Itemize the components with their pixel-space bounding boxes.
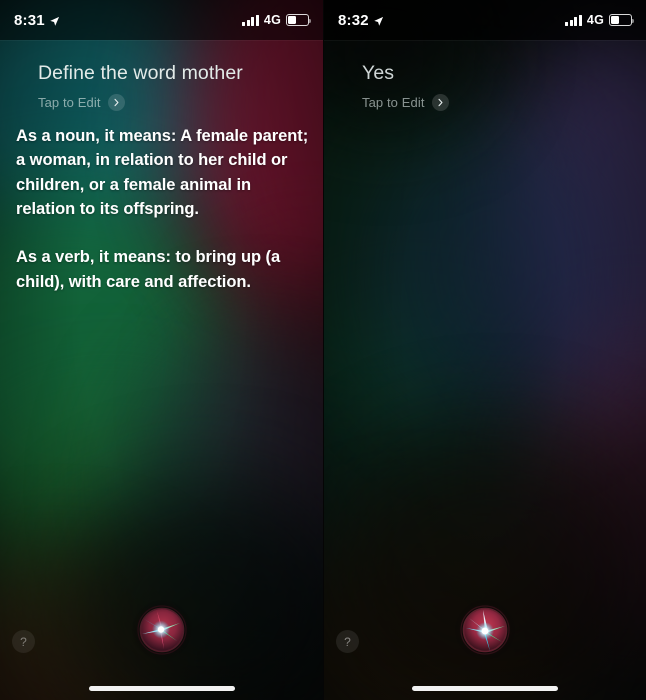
- cellular-bars-icon: [242, 14, 259, 26]
- query-text: Yes: [362, 62, 395, 84]
- tap-to-edit-button[interactable]: Tap to Edit: [38, 94, 303, 112]
- home-indicator-bar[interactable]: [88, 686, 235, 691]
- status-bar-right: 4G: [565, 13, 635, 27]
- network-type-label: 4G: [263, 13, 281, 27]
- status-time: 8:32: [338, 11, 369, 29]
- siri-orb-icon: [130, 598, 194, 662]
- status-bar-left: 8:31: [14, 12, 60, 29]
- location-arrow-icon: [373, 14, 384, 26]
- battery-icon: [286, 14, 312, 26]
- query-text: Define the word mother: [38, 62, 243, 84]
- answer-paragraph: As a verb, it means: to bring up (a chil…: [16, 248, 281, 291]
- siri-answer-body: As a noun, it means: A female parent; a …: [16, 124, 309, 294]
- siri-orb-button[interactable]: [130, 598, 194, 662]
- siri-screen-left: 8:31 4G Define the word mother Tap to Ed…: [0, 0, 323, 700]
- tap-to-edit-button[interactable]: Tap to Edit: [362, 94, 626, 112]
- location-arrow-icon: [49, 14, 60, 26]
- network-type-label: 4G: [586, 13, 604, 27]
- tap-to-edit-label: Tap to Edit: [362, 95, 425, 111]
- help-button[interactable]: ?: [12, 630, 35, 653]
- siri-orb-button[interactable]: [453, 598, 517, 662]
- chevron-right-icon[interactable]: [107, 94, 125, 112]
- status-bar: 8:31 4G: [0, 0, 323, 40]
- query-header[interactable]: Define the word mother Tap to Edit: [38, 62, 303, 112]
- status-bar-right: 4G: [242, 13, 312, 27]
- answer-paragraph: As a noun, it means: A female parent; a …: [16, 127, 309, 218]
- siri-screenshot-pair: 8:31 4G Define the word mother Tap to Ed…: [0, 0, 646, 700]
- cellular-bars-icon: [565, 14, 582, 26]
- siri-orb-icon: [453, 598, 517, 662]
- status-bar-left: 8:32: [338, 12, 384, 29]
- status-bar: 8:32 4G: [324, 0, 646, 40]
- home-indicator-bar[interactable]: [412, 686, 558, 691]
- status-time: 8:31: [14, 11, 45, 29]
- help-button[interactable]: ?: [336, 630, 359, 653]
- query-header[interactable]: Yes Tap to Edit: [362, 62, 626, 112]
- tap-to-edit-label: Tap to Edit: [38, 95, 101, 111]
- chevron-right-icon[interactable]: [431, 94, 449, 112]
- battery-icon: [609, 14, 635, 26]
- siri-screen-right: 8:32 4G Yes Tap to Edit ?: [323, 0, 646, 700]
